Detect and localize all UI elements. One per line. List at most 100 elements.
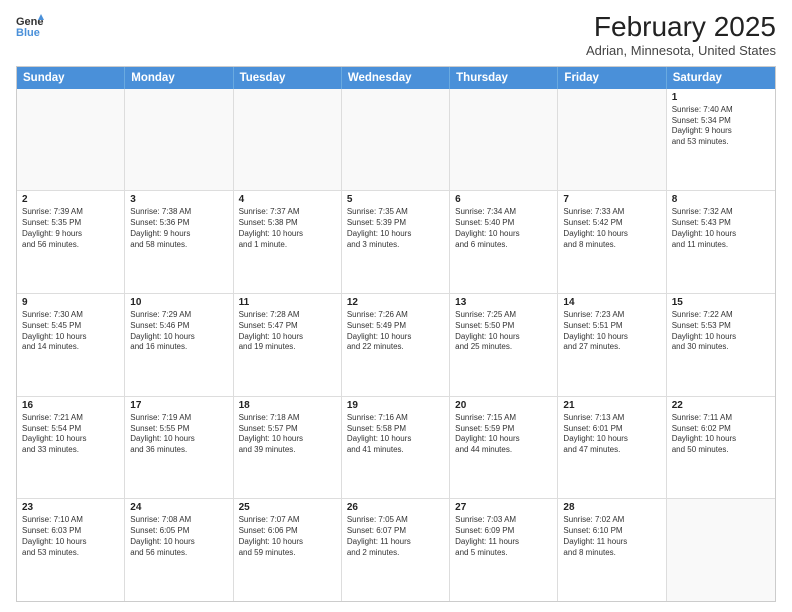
header-wednesday: Wednesday [342, 67, 450, 89]
header-tuesday: Tuesday [234, 67, 342, 89]
day-number: 18 [239, 400, 336, 411]
day-number: 25 [239, 502, 336, 513]
header-thursday: Thursday [450, 67, 558, 89]
day-info: Sunrise: 7:07 AM Sunset: 6:06 PM Dayligh… [239, 515, 336, 558]
day-number: 21 [563, 400, 660, 411]
cal-cell-4-5: 20 Sunrise: 7:15 AM Sunset: 5:59 PM Dayli… [450, 397, 558, 499]
cal-cell-5-1: 23 Sunrise: 7:10 AM Sunset: 6:03 PM Dayli… [17, 499, 125, 601]
cal-cell-2-5: 6 Sunrise: 7:34 AM Sunset: 5:40 PM Daylig… [450, 191, 558, 293]
day-info: Sunrise: 7:33 AM Sunset: 5:42 PM Dayligh… [563, 207, 660, 250]
header: General Blue February 2025 Adrian, Minne… [16, 12, 776, 58]
day-info: Sunrise: 7:03 AM Sunset: 6:09 PM Dayligh… [455, 515, 552, 558]
day-number: 26 [347, 502, 444, 513]
day-number: 14 [563, 297, 660, 308]
day-info: Sunrise: 7:19 AM Sunset: 5:55 PM Dayligh… [130, 413, 227, 456]
day-info: Sunrise: 7:34 AM Sunset: 5:40 PM Dayligh… [455, 207, 552, 250]
header-saturday: Saturday [667, 67, 775, 89]
cal-cell-4-2: 17 Sunrise: 7:19 AM Sunset: 5:55 PM Dayli… [125, 397, 233, 499]
day-number: 20 [455, 400, 552, 411]
cal-cell-5-3: 25 Sunrise: 7:07 AM Sunset: 6:06 PM Dayli… [234, 499, 342, 601]
svg-text:Blue: Blue [16, 27, 40, 39]
day-number: 11 [239, 297, 336, 308]
day-info: Sunrise: 7:39 AM Sunset: 5:35 PM Dayligh… [22, 207, 119, 250]
day-number: 22 [672, 400, 770, 411]
cal-cell-5-7 [667, 499, 775, 601]
day-number: 4 [239, 194, 336, 205]
day-info: Sunrise: 7:11 AM Sunset: 6:02 PM Dayligh… [672, 413, 770, 456]
day-info: Sunrise: 7:35 AM Sunset: 5:39 PM Dayligh… [347, 207, 444, 250]
title-block: February 2025 Adrian, Minnesota, United … [586, 12, 776, 58]
calendar-header: Sunday Monday Tuesday Wednesday Thursday… [17, 67, 775, 89]
calendar-row-4: 16 Sunrise: 7:21 AM Sunset: 5:54 PM Dayli… [17, 396, 775, 499]
day-info: Sunrise: 7:21 AM Sunset: 5:54 PM Dayligh… [22, 413, 119, 456]
day-number: 6 [455, 194, 552, 205]
day-info: Sunrise: 7:32 AM Sunset: 5:43 PM Dayligh… [672, 207, 770, 250]
day-info: Sunrise: 7:29 AM Sunset: 5:46 PM Dayligh… [130, 310, 227, 353]
day-info: Sunrise: 7:16 AM Sunset: 5:58 PM Dayligh… [347, 413, 444, 456]
cal-cell-2-4: 5 Sunrise: 7:35 AM Sunset: 5:39 PM Daylig… [342, 191, 450, 293]
cal-cell-3-6: 14 Sunrise: 7:23 AM Sunset: 5:51 PM Dayli… [558, 294, 666, 396]
calendar-row-5: 23 Sunrise: 7:10 AM Sunset: 6:03 PM Dayli… [17, 498, 775, 601]
cal-cell-1-3 [234, 89, 342, 191]
day-info: Sunrise: 7:28 AM Sunset: 5:47 PM Dayligh… [239, 310, 336, 353]
cal-cell-1-5 [450, 89, 558, 191]
day-info: Sunrise: 7:15 AM Sunset: 5:59 PM Dayligh… [455, 413, 552, 456]
day-number: 17 [130, 400, 227, 411]
day-info: Sunrise: 7:08 AM Sunset: 6:05 PM Dayligh… [130, 515, 227, 558]
day-number: 27 [455, 502, 552, 513]
day-number: 13 [455, 297, 552, 308]
day-number: 5 [347, 194, 444, 205]
calendar: Sunday Monday Tuesday Wednesday Thursday… [16, 66, 776, 602]
cal-cell-4-3: 18 Sunrise: 7:18 AM Sunset: 5:57 PM Dayli… [234, 397, 342, 499]
cal-cell-4-7: 22 Sunrise: 7:11 AM Sunset: 6:02 PM Dayli… [667, 397, 775, 499]
logo-icon: General Blue [16, 12, 44, 40]
day-number: 16 [22, 400, 119, 411]
day-info: Sunrise: 7:37 AM Sunset: 5:38 PM Dayligh… [239, 207, 336, 250]
day-info: Sunrise: 7:05 AM Sunset: 6:07 PM Dayligh… [347, 515, 444, 558]
day-number: 23 [22, 502, 119, 513]
day-number: 2 [22, 194, 119, 205]
cal-cell-2-3: 4 Sunrise: 7:37 AM Sunset: 5:38 PM Daylig… [234, 191, 342, 293]
day-info: Sunrise: 7:18 AM Sunset: 5:57 PM Dayligh… [239, 413, 336, 456]
day-info: Sunrise: 7:23 AM Sunset: 5:51 PM Dayligh… [563, 310, 660, 353]
header-monday: Monday [125, 67, 233, 89]
day-number: 12 [347, 297, 444, 308]
day-info: Sunrise: 7:02 AM Sunset: 6:10 PM Dayligh… [563, 515, 660, 558]
page: General Blue February 2025 Adrian, Minne… [0, 0, 792, 612]
cal-cell-2-2: 3 Sunrise: 7:38 AM Sunset: 5:36 PM Daylig… [125, 191, 233, 293]
day-number: 15 [672, 297, 770, 308]
calendar-row-1: 1Sunrise: 7:40 AM Sunset: 5:34 PM Daylig… [17, 89, 775, 191]
day-number: 8 [672, 194, 770, 205]
day-number: 7 [563, 194, 660, 205]
cal-cell-3-4: 12 Sunrise: 7:26 AM Sunset: 5:49 PM Dayli… [342, 294, 450, 396]
calendar-row-2: 2 Sunrise: 7:39 AM Sunset: 5:35 PM Daylig… [17, 190, 775, 293]
cal-cell-1-4 [342, 89, 450, 191]
day-number: 24 [130, 502, 227, 513]
day-number: 1 [672, 92, 770, 103]
day-info: Sunrise: 7:25 AM Sunset: 5:50 PM Dayligh… [455, 310, 552, 353]
cal-cell-5-2: 24 Sunrise: 7:08 AM Sunset: 6:05 PM Dayli… [125, 499, 233, 601]
cal-cell-5-6: 28Sunrise: 7:02 AM Sunset: 6:10 PM Dayli… [558, 499, 666, 601]
day-info: Sunrise: 7:26 AM Sunset: 5:49 PM Dayligh… [347, 310, 444, 353]
cal-cell-3-1: 9 Sunrise: 7:30 AM Sunset: 5:45 PM Daylig… [17, 294, 125, 396]
cal-cell-1-2 [125, 89, 233, 191]
logo: General Blue [16, 12, 44, 40]
calendar-row-3: 9 Sunrise: 7:30 AM Sunset: 5:45 PM Daylig… [17, 293, 775, 396]
day-info: Sunrise: 7:10 AM Sunset: 6:03 PM Dayligh… [22, 515, 119, 558]
day-info: Sunrise: 7:22 AM Sunset: 5:53 PM Dayligh… [672, 310, 770, 353]
cal-cell-3-5: 13 Sunrise: 7:25 AM Sunset: 5:50 PM Dayli… [450, 294, 558, 396]
cal-cell-3-2: 10Sunrise: 7:29 AM Sunset: 5:46 PM Dayli… [125, 294, 233, 396]
day-info: Sunrise: 7:30 AM Sunset: 5:45 PM Dayligh… [22, 310, 119, 353]
calendar-body: 1Sunrise: 7:40 AM Sunset: 5:34 PM Daylig… [17, 89, 775, 601]
cal-cell-1-7: 1Sunrise: 7:40 AM Sunset: 5:34 PM Daylig… [667, 89, 775, 191]
day-info: Sunrise: 7:38 AM Sunset: 5:36 PM Dayligh… [130, 207, 227, 250]
location: Adrian, Minnesota, United States [586, 43, 776, 58]
cal-cell-1-6 [558, 89, 666, 191]
header-sunday: Sunday [17, 67, 125, 89]
day-info: Sunrise: 7:13 AM Sunset: 6:01 PM Dayligh… [563, 413, 660, 456]
cal-cell-4-1: 16 Sunrise: 7:21 AM Sunset: 5:54 PM Dayli… [17, 397, 125, 499]
cal-cell-4-6: 21 Sunrise: 7:13 AM Sunset: 6:01 PM Dayli… [558, 397, 666, 499]
day-number: 19 [347, 400, 444, 411]
day-number: 9 [22, 297, 119, 308]
day-number: 3 [130, 194, 227, 205]
